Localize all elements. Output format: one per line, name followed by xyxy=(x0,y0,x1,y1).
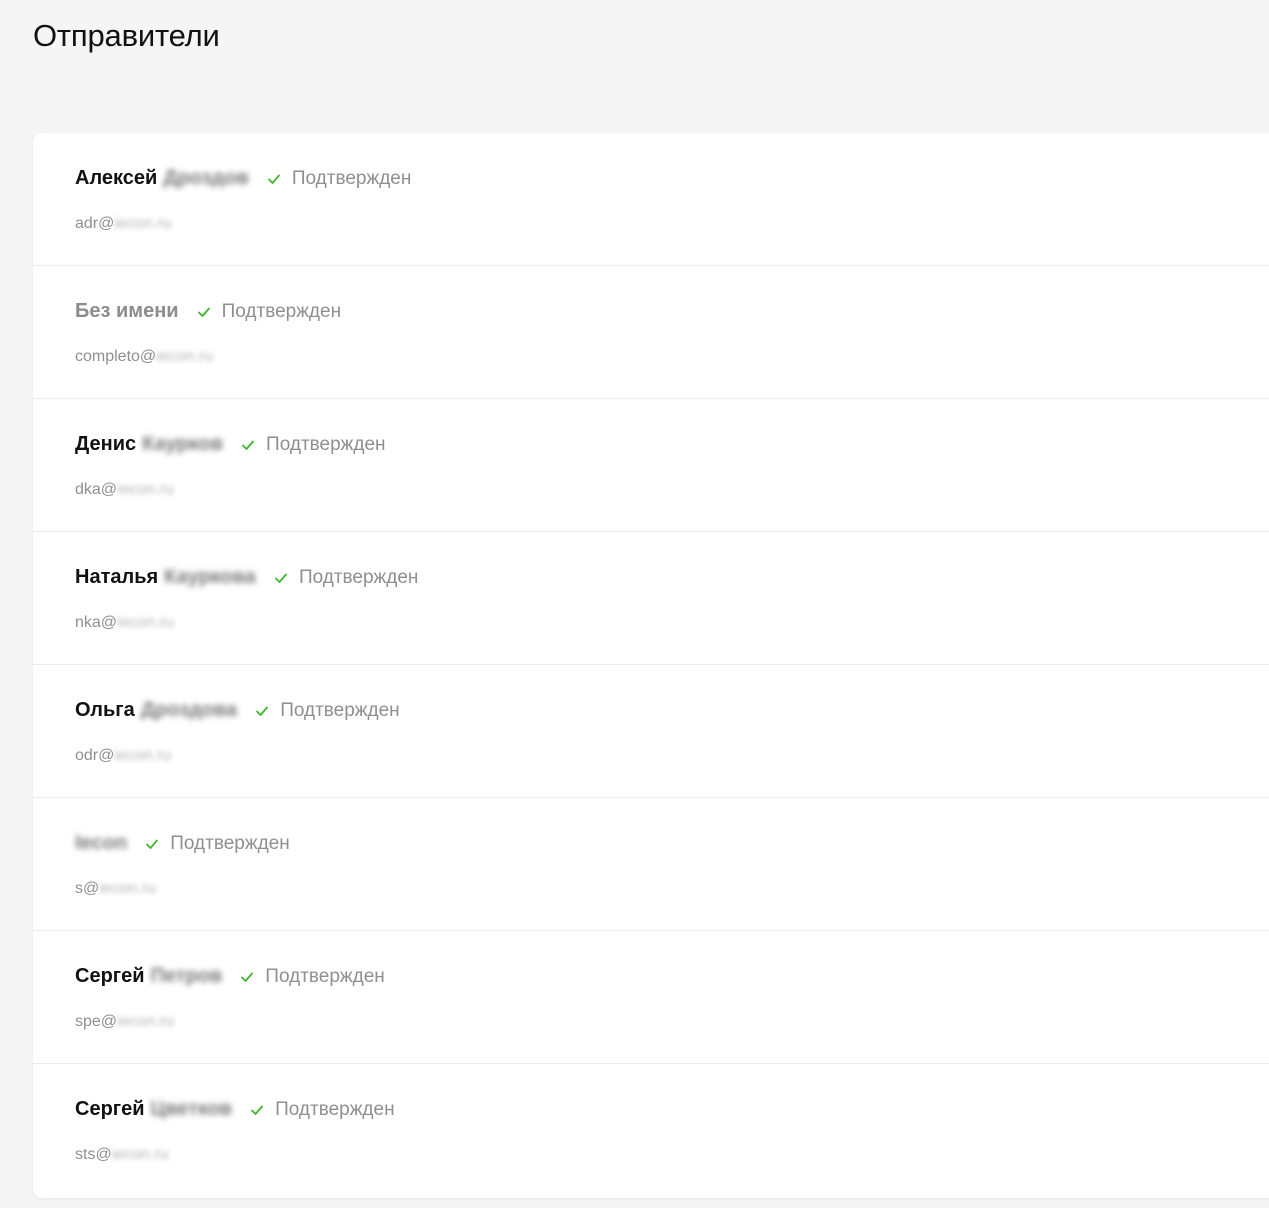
sender-email: nka@iecon.ru xyxy=(75,614,174,632)
status-badge: Подтвержден xyxy=(255,699,400,722)
status-badge: Подтвержден xyxy=(267,168,411,190)
sender-email-local: s@ xyxy=(75,880,100,897)
sender-header: Алексей Дроздов Подтвержден xyxy=(75,167,411,190)
sender-row[interactable]: Iecon Подтвержден s@iecon.ru xyxy=(33,798,1269,931)
status-text: Подтвержден xyxy=(266,433,386,455)
sender-row[interactable]: Наталья Кауркова Подтвержден nka@iecon.r… xyxy=(33,532,1269,665)
sender-last-name-redacted: Дроздова xyxy=(140,699,238,721)
sender-header: Сергей Петров Подтвержден xyxy=(75,965,385,988)
status-text: Подтвержден xyxy=(170,832,290,854)
sender-name: Ольга xyxy=(75,699,135,721)
status-badge: Подтвержден xyxy=(274,567,418,589)
check-icon xyxy=(251,1105,263,1115)
sender-header: Наталья Кауркова Подтвержден xyxy=(75,566,418,589)
sender-email: s@iecon.ru xyxy=(75,880,156,898)
sender-row[interactable]: Без имени Подтвержден completo@iecon.ru xyxy=(33,266,1269,399)
sender-email: adr@iecon.ru xyxy=(75,215,171,233)
status-text: Подтвержден xyxy=(265,965,385,987)
sender-name: Сергей xyxy=(75,1098,145,1120)
status-text: Подтвержден xyxy=(221,300,342,322)
status-badge: Подтвержден xyxy=(197,301,341,323)
sender-email-domain-redacted: iecon.ru xyxy=(156,348,214,365)
sender-row[interactable]: Денис Каурков Подтвержден dka@iecon.ru xyxy=(33,399,1269,532)
sender-email: dka@iecon.ru xyxy=(75,481,174,499)
status-badge: Подтвержден xyxy=(250,1098,395,1121)
sender-header: Денис Каурков Подтвержден xyxy=(75,433,386,456)
sender-name: Без имени xyxy=(75,300,179,322)
sender-last-name-redacted: Цветков xyxy=(150,1098,233,1120)
page: Отправители Алексей Дроздов Подтвержден … xyxy=(0,0,1269,1208)
sender-email-domain-redacted: iecon.ru xyxy=(111,1146,169,1163)
sender-row[interactable]: Ольга Дроздова Подтвержден odr@iecon.ru xyxy=(33,665,1269,798)
check-icon xyxy=(146,839,159,849)
sender-header: Ольга Дроздова Подтвержден xyxy=(75,699,400,722)
status-text: Подтвержден xyxy=(280,699,400,721)
sender-header: Без имени Подтвержден xyxy=(75,300,341,323)
sender-email-domain-redacted: iecon.ru xyxy=(117,481,174,498)
sender-email-local: completo@ xyxy=(75,348,157,365)
sender-email-local: spe@ xyxy=(75,1013,118,1030)
sender-name: Алексей xyxy=(75,167,158,189)
sender-email-domain-redacted: iecon.ru xyxy=(117,1013,174,1030)
sender-email: completo@iecon.ru xyxy=(75,348,213,366)
sender-row[interactable]: Сергей Цветков Подтвержден sts@iecon.ru xyxy=(33,1064,1269,1197)
sender-header: Сергей Цветков Подтвержден xyxy=(75,1098,395,1121)
sender-email-domain-redacted: iecon.ru xyxy=(114,747,172,764)
sender-email-domain-redacted: iecon.ru xyxy=(114,215,172,232)
check-icon xyxy=(242,440,254,450)
status-badge: Подтвержден xyxy=(240,965,385,988)
sender-last-name-redacted: Кауркова xyxy=(164,566,256,588)
sender-row[interactable]: Алексей Дроздов Подтвержден adr@iecon.ru xyxy=(33,133,1269,266)
status-text: Подтвержден xyxy=(291,167,412,189)
page-title: Отправители xyxy=(33,18,220,53)
sender-email-local: adr@ xyxy=(75,215,115,232)
check-icon xyxy=(267,174,280,184)
status-text: Подтвержден xyxy=(298,566,419,588)
sender-last-name-redacted: Каурков xyxy=(142,433,224,455)
sender-email-domain-redacted: iecon.ru xyxy=(117,614,174,631)
status-text: Подтвержден xyxy=(275,1098,395,1120)
sender-name: Наталья xyxy=(75,566,159,588)
sender-last-name-redacted: Дроздов xyxy=(163,167,249,189)
sender-email-local: odr@ xyxy=(75,747,115,764)
sender-last-name-redacted: Петров xyxy=(150,965,223,987)
sender-email: spe@iecon.ru xyxy=(75,1013,174,1031)
sender-name: Денис xyxy=(75,433,137,455)
sender-email: odr@iecon.ru xyxy=(75,747,171,765)
sender-email-local: nka@ xyxy=(75,614,118,631)
senders-list: Алексей Дроздов Подтвержден adr@iecon.ru… xyxy=(33,133,1269,1198)
sender-email-domain-redacted: iecon.ru xyxy=(99,880,157,897)
check-icon xyxy=(256,706,269,716)
check-icon xyxy=(197,307,210,317)
sender-header: Iecon Подтвержден xyxy=(75,832,290,855)
check-icon xyxy=(275,573,287,583)
sender-name: Сергей xyxy=(75,965,145,987)
sender-email: sts@iecon.ru xyxy=(75,1146,169,1164)
sender-email-local: sts@ xyxy=(75,1146,112,1163)
sender-email-local: dka@ xyxy=(75,481,118,498)
sender-name-redacted: Iecon xyxy=(75,832,128,854)
check-icon xyxy=(241,972,254,982)
sender-row[interactable]: Сергей Петров Подтвержден spe@iecon.ru xyxy=(33,931,1269,1064)
status-badge: Подтвержден xyxy=(145,832,290,855)
status-badge: Подтвержден xyxy=(241,433,386,456)
